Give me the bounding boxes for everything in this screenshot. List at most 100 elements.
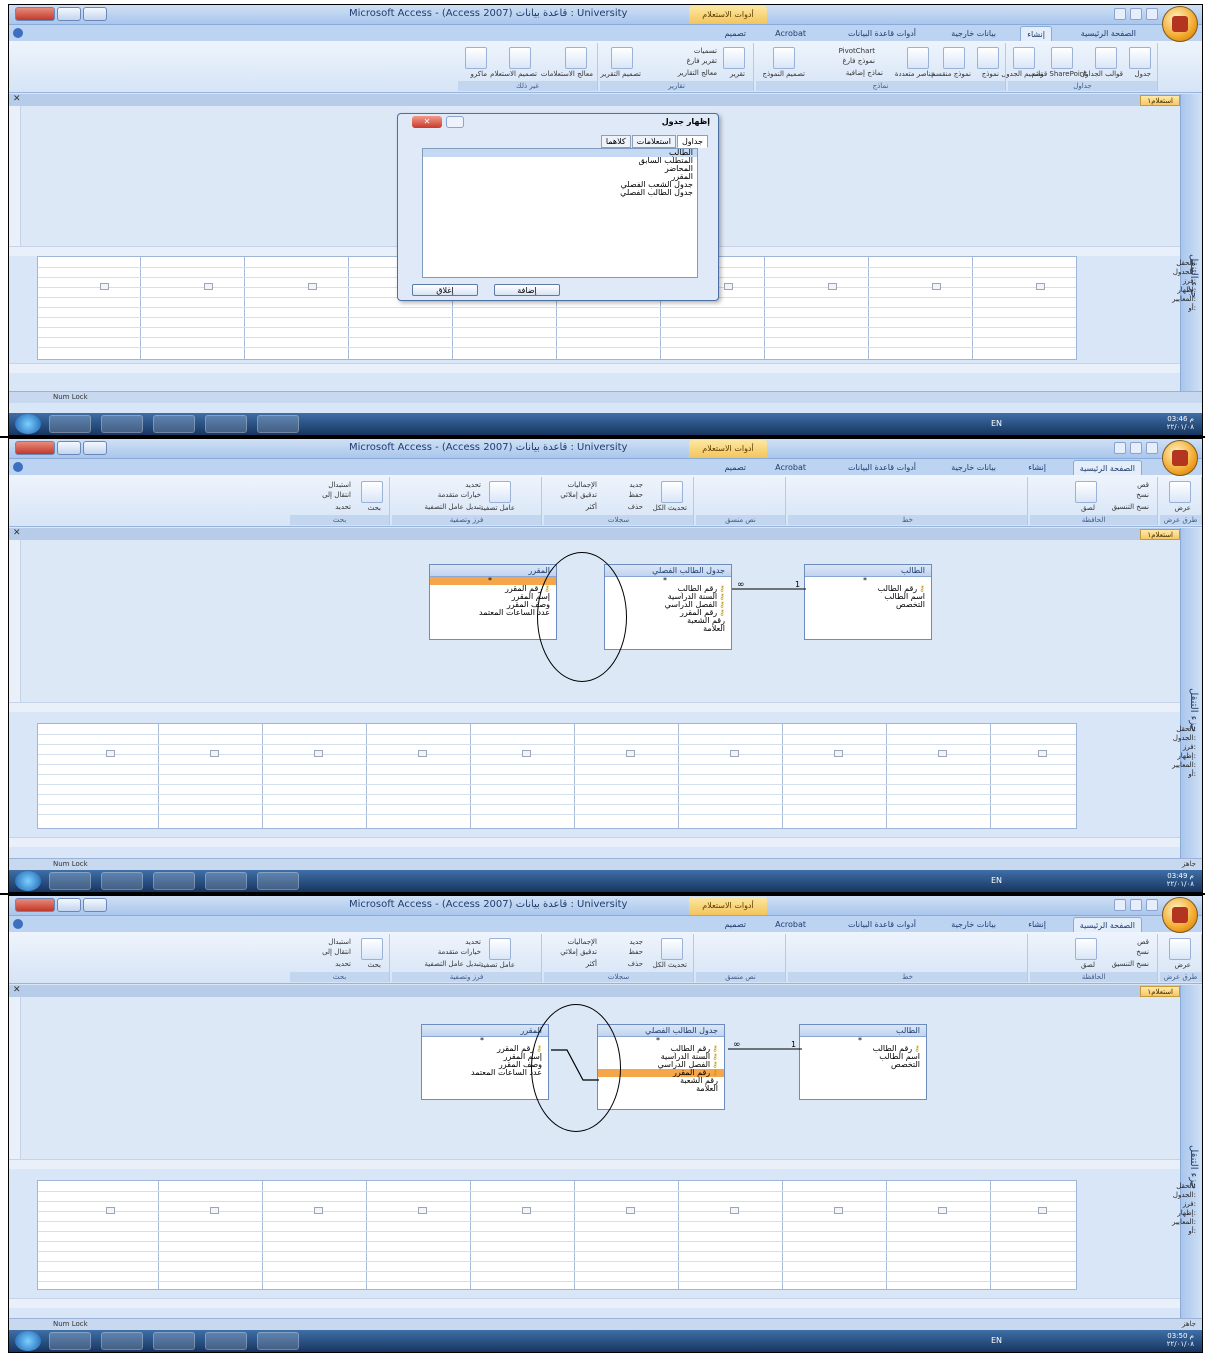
language-indicator[interactable]: EN — [991, 876, 1002, 885]
toggle-filter-label[interactable]: تبديل عامل التصفية — [425, 960, 481, 968]
refresh-all-button[interactable] — [661, 938, 683, 960]
redo-icon[interactable] — [1146, 8, 1158, 20]
tab-database-tools[interactable]: أدوات قاعدة البيانات — [842, 917, 922, 932]
tab-create[interactable]: إنشاء — [1022, 460, 1052, 475]
tab-external-data[interactable]: بيانات خارجية — [945, 917, 1002, 932]
explorer-taskbar-icon[interactable] — [101, 415, 143, 433]
grid-hscroll[interactable] — [9, 1298, 1180, 1308]
tab-database-tools[interactable]: أدوات قاعدة البيانات — [842, 26, 922, 41]
show-checkbox[interactable] — [106, 1207, 115, 1214]
maximize-button[interactable] — [57, 7, 81, 21]
copy-label[interactable]: نسخ — [1136, 948, 1149, 956]
toggle-filter-label[interactable]: تبديل عامل التصفية — [425, 503, 481, 511]
table-box-student[interactable]: الطالب * رقم الطالب اسم الطالب التخصص — [804, 564, 932, 640]
start-button[interactable] — [15, 1331, 41, 1351]
table-pane-hscroll[interactable] — [9, 1159, 1180, 1169]
dialog-tab-queries[interactable]: استعلامات — [631, 135, 676, 148]
minimize-button[interactable] — [83, 7, 107, 21]
form-design-button[interactable] — [773, 47, 795, 69]
view-button[interactable] — [1169, 938, 1191, 960]
ie-taskbar-icon[interactable] — [49, 872, 91, 890]
help-icon[interactable] — [13, 462, 23, 472]
field[interactable]: عدد الساعات المعتمد — [422, 1069, 548, 1077]
language-indicator[interactable]: EN — [991, 419, 1002, 428]
form-button[interactable] — [977, 47, 999, 69]
format-painter-label[interactable]: نسخ التنسيق — [1112, 960, 1149, 968]
access-taskbar-icon[interactable] — [257, 415, 299, 433]
table-pane-hscroll[interactable] — [9, 702, 1180, 712]
save-icon[interactable] — [1114, 442, 1126, 454]
more-label[interactable]: أكثر — [586, 960, 597, 968]
tab-home[interactable]: الصفحة الرئيسية — [1075, 26, 1142, 41]
find-button[interactable] — [361, 938, 383, 960]
show-checkbox[interactable] — [210, 1207, 219, 1214]
access-taskbar-icon[interactable] — [257, 1332, 299, 1350]
replace-label[interactable]: استبدال — [328, 481, 351, 489]
tab-create[interactable]: إنشاء — [1022, 917, 1052, 932]
close-document-icon[interactable]: ✕ — [13, 985, 21, 995]
report-design-button[interactable] — [611, 47, 633, 69]
app-taskbar-icon[interactable] — [205, 1332, 247, 1350]
dialog-tab-both[interactable]: كلاهما — [600, 135, 631, 148]
save-icon[interactable] — [1114, 8, 1126, 20]
field[interactable]: التخصص — [805, 601, 931, 609]
totals-label[interactable]: الإجماليات — [568, 938, 597, 946]
save-record-label[interactable]: حفظ — [628, 948, 643, 956]
table-pane-vscroll[interactable] — [9, 997, 21, 1159]
tab-external-data[interactable]: بيانات خارجية — [945, 460, 1002, 475]
filter-button[interactable] — [489, 938, 511, 960]
help-icon[interactable] — [13, 919, 23, 929]
blank-report-label[interactable]: تقرير فارغ — [687, 57, 717, 65]
office-button[interactable] — [1162, 440, 1198, 476]
format-painter-label[interactable]: نسخ التنسيق — [1112, 503, 1149, 511]
report-button[interactable] — [723, 47, 745, 69]
save-icon[interactable] — [1114, 899, 1126, 911]
tab-design[interactable]: تصميم — [718, 917, 752, 932]
navigation-pane[interactable]: جزء التنقل — [1180, 94, 1202, 401]
dialog-help-button[interactable] — [446, 116, 464, 128]
blank-form-label[interactable]: نموذج فارغ — [842, 57, 875, 65]
save-record-label[interactable]: حفظ — [628, 491, 643, 499]
pivotchart-label[interactable]: PivotChart — [839, 47, 875, 55]
show-checkbox[interactable] — [314, 750, 323, 757]
spelling-label[interactable]: تدقيق إملائي — [560, 948, 597, 956]
split-form-button[interactable] — [943, 47, 965, 69]
media-taskbar-icon[interactable] — [153, 415, 195, 433]
show-checkbox[interactable] — [210, 750, 219, 757]
explorer-taskbar-icon[interactable] — [101, 1332, 143, 1350]
list-item[interactable]: المتطلب السابق — [423, 157, 697, 165]
redo-icon[interactable] — [1146, 442, 1158, 454]
show-checkbox[interactable] — [522, 750, 531, 757]
list-item[interactable]: المحاضر — [423, 165, 697, 173]
tab-acrobat[interactable]: Acrobat — [769, 917, 812, 932]
query1-tab[interactable]: استعلام١ — [1140, 529, 1180, 540]
show-checkbox[interactable] — [730, 750, 739, 757]
show-checkbox[interactable] — [938, 1207, 947, 1214]
access-taskbar-icon[interactable] — [257, 872, 299, 890]
navigation-pane[interactable]: جزء التنقل — [1180, 985, 1202, 1318]
sharepoint-lists-button[interactable] — [1051, 47, 1073, 69]
close-window-button[interactable] — [15, 441, 55, 455]
find-button[interactable] — [361, 481, 383, 503]
macro-button[interactable] — [465, 47, 487, 69]
select-label[interactable]: تحديد — [335, 503, 351, 511]
table-button[interactable] — [1129, 47, 1151, 69]
copy-label[interactable]: نسخ — [1136, 491, 1149, 499]
show-checkbox[interactable] — [308, 283, 317, 290]
table-pane-vscroll[interactable] — [9, 540, 21, 702]
show-checkbox[interactable] — [730, 1207, 739, 1214]
filter-button[interactable] — [489, 481, 511, 503]
help-icon[interactable] — [13, 28, 23, 38]
more-forms-label[interactable]: نماذج إضافية — [846, 69, 883, 77]
minimize-button[interactable] — [83, 441, 107, 455]
ie-taskbar-icon[interactable] — [49, 415, 91, 433]
goto-label[interactable]: انتقال إلى — [322, 948, 351, 956]
select-label[interactable]: تحديد — [335, 960, 351, 968]
show-checkbox[interactable] — [1036, 283, 1045, 290]
tab-database-tools[interactable]: أدوات قاعدة البيانات — [842, 460, 922, 475]
maximize-button[interactable] — [57, 441, 81, 455]
refresh-all-button[interactable] — [661, 481, 683, 503]
list-item[interactable]: جدول الطالب الفصلي — [423, 189, 697, 197]
show-checkbox[interactable] — [522, 1207, 531, 1214]
start-button[interactable] — [15, 414, 41, 434]
